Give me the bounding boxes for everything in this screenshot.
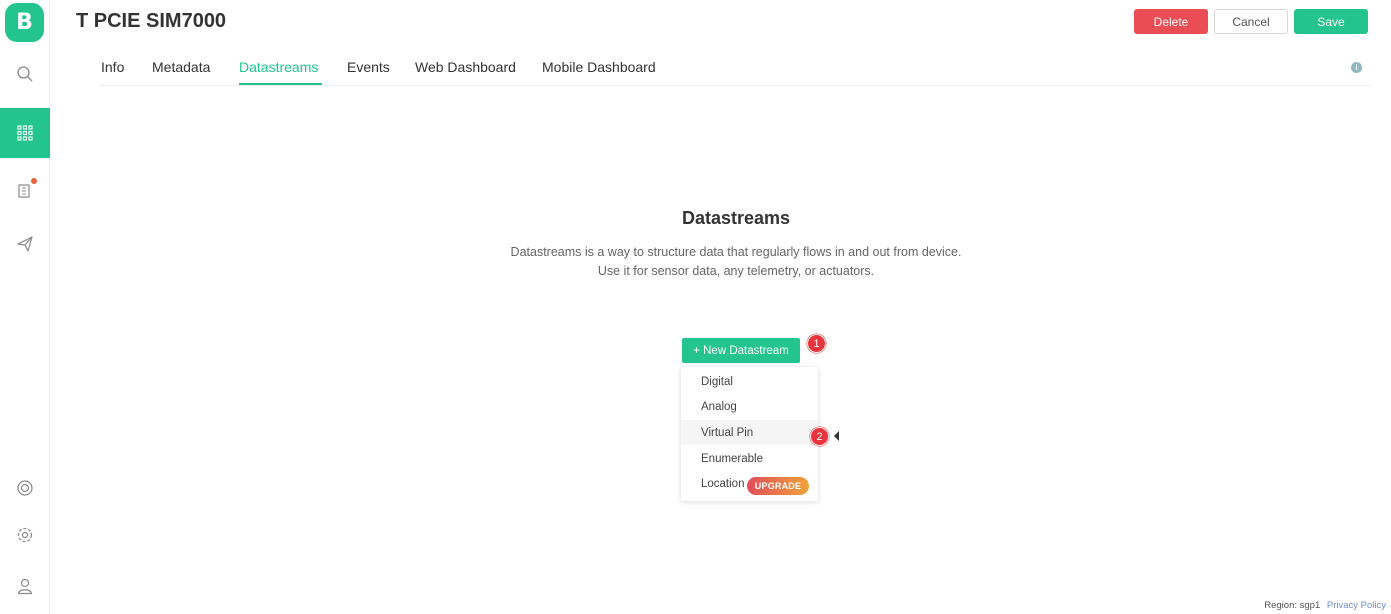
upgrade-badge[interactable]: UPGRADE [747,477,809,495]
tab-info[interactable]: Info [101,59,124,75]
empty-state-title: Datastreams [681,208,791,228]
notification-dot [31,178,37,184]
sidebar-send-button[interactable] [0,219,50,269]
tab-mobile-dashboard[interactable]: Mobile Dashboard [542,59,656,75]
send-icon [17,236,33,252]
sidebar-profile-button[interactable] [0,561,50,611]
region-label: Region: sgp1 [1264,600,1321,611]
info-icon[interactable]: i [1351,62,1362,73]
page-title: T PCIE SIM7000 [76,10,227,32]
lifebuoy-icon [17,480,33,496]
sidebar-settings-button[interactable] [0,510,50,560]
menu-item-digital[interactable]: Digital [681,369,818,394]
sidebar: B [0,0,50,614]
empty-state-line-2: Use it for sensor data, any telemetry, o… [597,264,875,278]
menu-item-analog[interactable]: Analog [681,394,818,419]
menu-item-virtual-pin[interactable]: Virtual Pin [681,420,818,445]
tab-metadata[interactable]: Metadata [152,59,210,75]
grid-icon [17,125,33,141]
sidebar-help-button[interactable] [0,463,50,513]
tab-datastreams[interactable]: Datastreams [239,59,318,75]
empty-state-line-1: Datastreams is a way to structure data t… [510,245,962,259]
cancel-button[interactable]: Cancel [1214,9,1288,34]
menu-item-label: Digital [701,375,733,388]
tab-bar: Info Metadata Datastreams Events Web Das… [100,50,1371,86]
gear-icon [17,527,33,543]
menu-item-enumerable[interactable]: Enumerable [681,446,818,471]
search-icon [17,66,33,82]
menu-item-label: Location [701,477,745,490]
step-badge-1: 1 [807,334,826,353]
tab-events[interactable]: Events [347,59,390,75]
building-icon [18,184,30,198]
save-button[interactable]: Save [1294,9,1368,34]
privacy-policy-link[interactable]: Privacy Policy [1327,600,1386,611]
menu-item-label: Virtual Pin [701,426,754,439]
blynk-logo[interactable]: B [5,3,44,42]
step-badge-2: 2 [810,427,829,446]
tab-web-dashboard[interactable]: Web Dashboard [415,59,516,75]
sidebar-templates-button[interactable] [0,108,50,158]
datastream-type-menu: Digital Analog Virtual Pin Enumerable Lo… [681,367,818,501]
sidebar-search-button[interactable] [0,49,50,99]
menu-item-location[interactable]: Location UPGRADE [681,471,818,496]
pointer-arrow-icon [834,431,839,441]
delete-button[interactable]: Delete [1134,9,1208,34]
active-tab-indicator [239,83,322,85]
empty-state-description: Datastreams is a way to structure data t… [436,243,1036,281]
sidebar-organization-button[interactable] [0,165,50,215]
new-datastream-button[interactable]: + New Datastream [682,338,800,363]
menu-item-label: Enumerable [701,452,764,465]
footer: Region: sgp1 Privacy Policy [1264,600,1386,611]
menu-item-label: Analog [701,400,737,413]
user-icon [17,578,33,595]
